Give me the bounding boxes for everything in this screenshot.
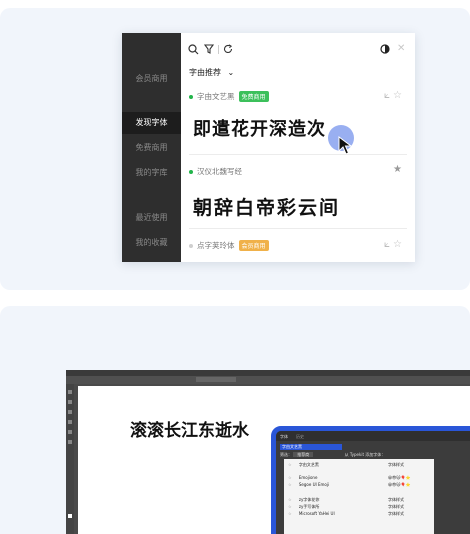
font-list-panel: ✕ 字由推荐 ⌄ 字由文艺黑 免费商用 ⟀☆ 即遣花开深造次 汉仪北魏写经 ★ …	[181, 33, 415, 262]
font-preview: 😀😎🐱🎈⭐	[388, 482, 411, 487]
font-app-window: 会员商用 发现字体 免费商用 我的字库 最近使用 我的收藏 ✕ 字由推荐 ⌄ 字…	[122, 33, 415, 262]
member-badge: 会员商用	[238, 240, 269, 251]
font-preview: 字体样式	[388, 497, 404, 502]
list-item[interactable]: ☆ Microsoft YaHei UI 字体样式	[288, 511, 404, 516]
font-name: zy字体花你	[298, 497, 320, 502]
dropdown-label: 字由推荐	[189, 68, 221, 77]
sidebar-item-favorites[interactable]: 我的收藏	[122, 238, 181, 248]
panel-tabs: 字体 历史	[276, 431, 470, 441]
font-sample-text[interactable]: 即遣花开深造次	[193, 115, 326, 141]
panel-filter-bar: 筛选： 推荐商 从 Typekit 添加字体：	[280, 452, 385, 458]
brush-tool-icon[interactable]	[68, 430, 72, 434]
sidebar-item-member[interactable]: 会员商用	[122, 74, 181, 84]
sidebar-item-library[interactable]: 我的字库	[122, 168, 181, 178]
recommend-dropdown[interactable]: 字由推荐 ⌄	[189, 67, 234, 78]
refresh-icon[interactable]	[223, 44, 233, 58]
star-icon[interactable]: ☆	[393, 239, 405, 250]
font-item-header: 汉仪北魏写经	[189, 166, 242, 177]
font-name: 汉仪北魏写经	[197, 167, 242, 176]
status-dot-icon	[189, 94, 193, 99]
move-tool-icon[interactable]	[68, 390, 72, 394]
header-name: 字由文艺黑	[298, 462, 319, 467]
canvas-text[interactable]: 滚滚长江东逝水	[130, 416, 249, 441]
font-item-header: 点字荚玲体 会员商用	[189, 240, 269, 251]
text-tool-icon[interactable]	[68, 420, 72, 424]
sidebar: 会员商用 发现字体 免费商用 我的字库 最近使用 我的收藏	[122, 33, 181, 262]
star-icon[interactable]: ☆	[288, 504, 292, 509]
divider	[189, 228, 407, 229]
list-item[interactable]: ☆ zy手写体所 字体样式	[288, 504, 404, 510]
list-item[interactable]: ☆ Emojione 😀😎🐱🎈⭐	[288, 475, 410, 480]
font-search-input[interactable]: 字由文艺黑	[280, 444, 342, 450]
star-icon[interactable]: ☆	[288, 462, 292, 467]
font-name: 点字荚玲体	[197, 241, 235, 250]
apply-icon[interactable]: ⟀	[384, 90, 393, 101]
font-item-actions: ★	[393, 164, 405, 175]
font-name: Segoe UI Emoji	[298, 482, 330, 487]
font-preview: 字体样式	[388, 511, 404, 516]
sidebar-item-discover[interactable]: 发现字体	[122, 112, 181, 134]
list-item[interactable]: ☆ zy字体花你 字体样式	[288, 497, 404, 503]
sidebar-item-recent[interactable]: 最近使用	[122, 213, 181, 223]
editor-toolbox	[66, 384, 74, 534]
font-sample-text[interactable]: 朝辞白帝彩云间	[193, 193, 340, 220]
font-name: Microsoft YaHei UI	[298, 511, 335, 516]
chevron-down-icon: ⌄	[227, 68, 235, 77]
font-item-header: 字由文艺黑 免费商用	[189, 91, 269, 102]
star-icon[interactable]: ☆	[288, 497, 292, 502]
editor-canvas[interactable]: 滚滚长江东逝水 字体 历史 字由文艺黑 筛选： 推荐商 从 Typekit 添加…	[78, 386, 470, 534]
filter-select[interactable]: 推荐商	[293, 452, 314, 457]
list-header: ☆ 字由文艺黑 字体样式	[288, 462, 404, 468]
theme-toggle-icon[interactable]	[380, 44, 390, 58]
status-dot-icon	[189, 243, 193, 248]
star-filled-icon[interactable]: ★	[393, 164, 405, 175]
list-item[interactable]: ☆ Segoe UI Emoji 😀😎🐱🎈⭐	[288, 482, 410, 487]
apply-icon[interactable]: ⟀	[384, 239, 393, 250]
star-icon[interactable]: ☆	[393, 90, 405, 101]
color-swatch-icon[interactable]	[68, 514, 72, 518]
feature-card-font-browser: 会员商用 发现字体 免费商用 我的字库 最近使用 我的收藏 ✕ 字由推荐 ⌄ 字…	[0, 8, 470, 290]
font-item-actions: ⟀☆	[384, 90, 405, 101]
divider	[189, 154, 407, 155]
font-name: Emojione	[298, 475, 318, 480]
select-tool-icon[interactable]	[68, 400, 72, 404]
font-plugin-panel: 字体 历史 字由文艺黑 筛选： 推荐商 从 Typekit 添加字体： ☆ 字由…	[271, 426, 470, 534]
font-preview: 😀😎🐱🎈⭐	[388, 475, 411, 480]
mouse-pointer-icon	[338, 136, 353, 155]
header-sample: 字体样式	[388, 462, 404, 467]
filter-label: 筛选：	[280, 452, 292, 457]
font-item-actions: ⟀☆	[384, 239, 405, 250]
star-icon[interactable]: ☆	[288, 482, 292, 487]
tab-fonts[interactable]: 字体	[280, 434, 288, 440]
lasso-tool-icon[interactable]	[68, 410, 72, 414]
star-icon[interactable]: ☆	[288, 475, 292, 480]
font-list: ☆ 字由文艺黑 字体样式 ☆ Emojione 😀😎🐱🎈⭐ ☆ Segoe UI…	[284, 459, 434, 534]
status-dot-icon	[189, 169, 193, 174]
font-name: 字由文艺黑	[197, 92, 235, 101]
design-editor-window: 滚滚长江东逝水 字体 历史 字由文艺黑 筛选： 推荐商 从 Typekit 添加…	[66, 370, 470, 534]
free-badge: 免费商用	[238, 91, 269, 102]
typekit-label: 从 Typekit 添加字体：	[344, 452, 386, 457]
sidebar-item-free[interactable]: 免费商用	[122, 143, 181, 153]
editor-options-bar	[66, 376, 470, 384]
tab-history[interactable]: 历史	[296, 434, 304, 440]
options-field[interactable]	[196, 377, 236, 382]
toolbar-divider	[218, 45, 219, 54]
font-name: zy手写体所	[298, 504, 320, 509]
star-icon[interactable]: ☆	[288, 511, 292, 516]
font-preview: 字体样式	[388, 504, 404, 509]
eraser-tool-icon[interactable]	[68, 440, 72, 444]
filter-icon[interactable]	[203, 44, 215, 58]
close-icon[interactable]: ✕	[397, 43, 405, 55]
search-icon[interactable]	[188, 44, 199, 59]
